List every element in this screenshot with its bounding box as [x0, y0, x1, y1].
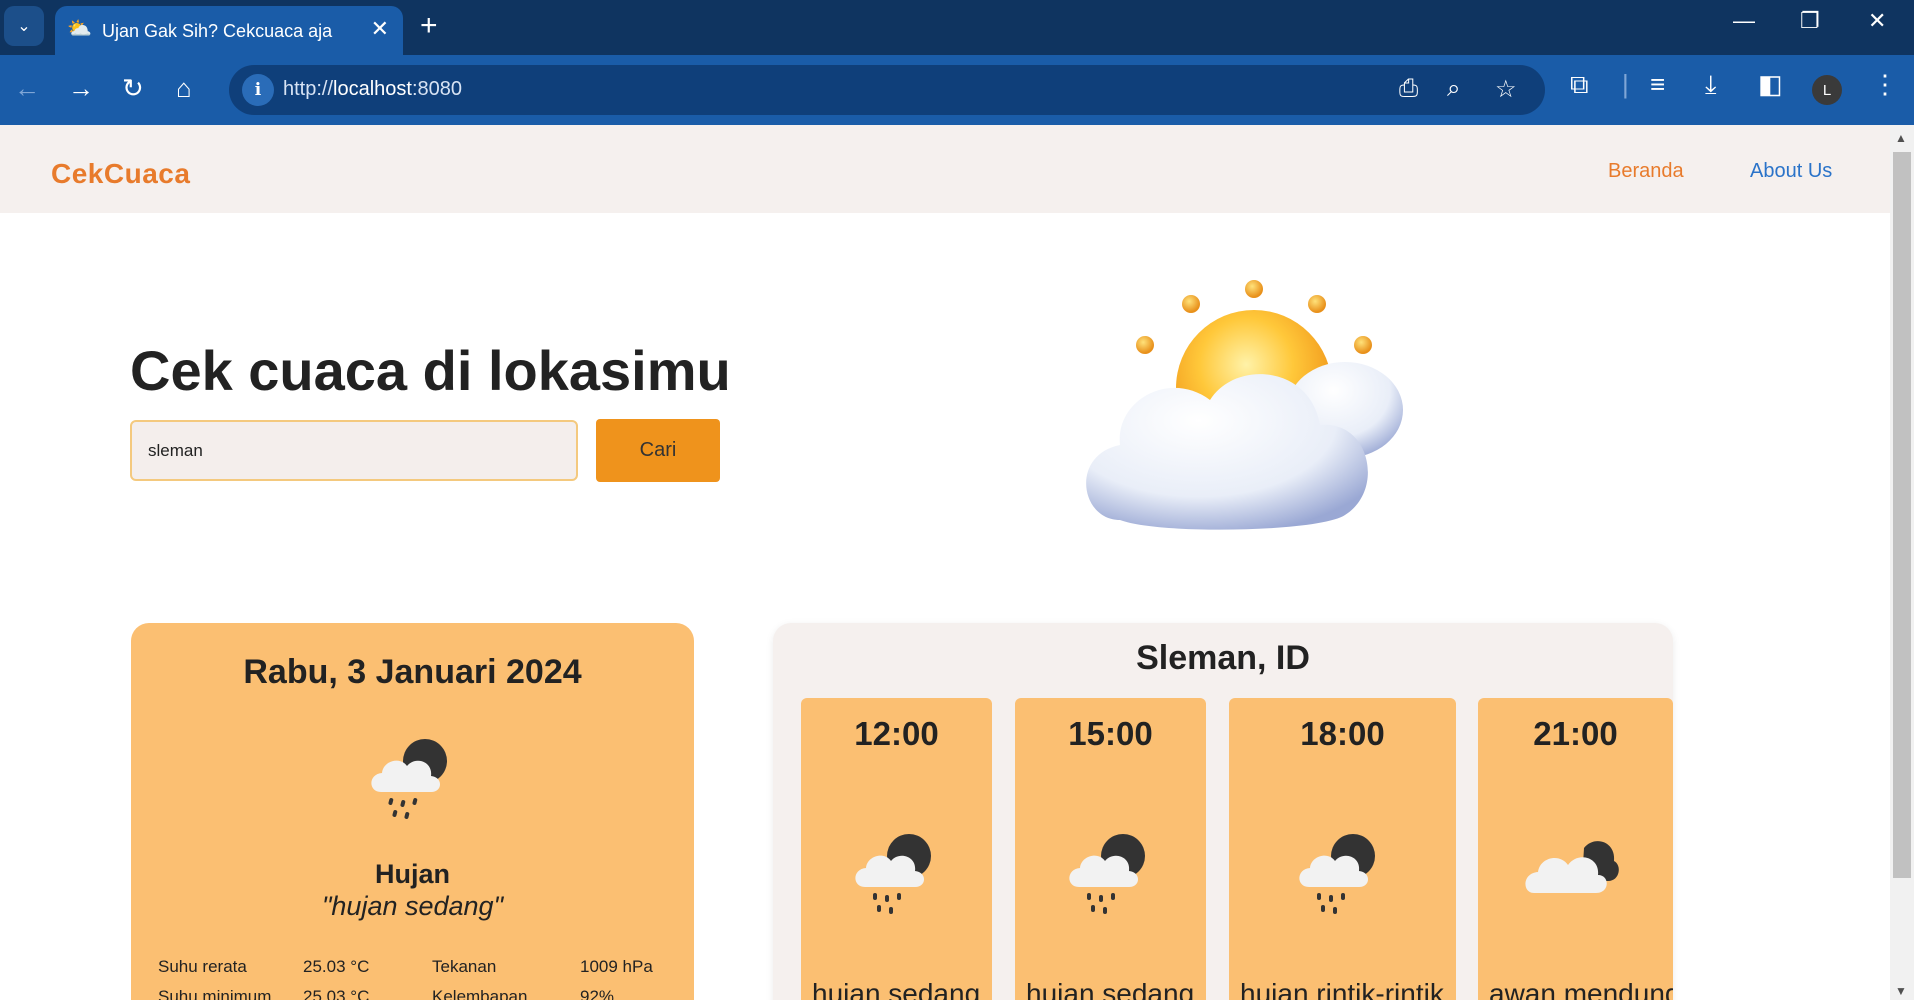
forecast-desc: hujan rintik-rintik [1240, 978, 1444, 1000]
stat-value: 25.03 °C [303, 987, 370, 1000]
city-search-input[interactable] [130, 420, 578, 481]
web-page: CekCuaca Beranda About Us Cek cuaca di l… [0, 125, 1890, 1000]
reload-icon[interactable]: ↻ [122, 73, 144, 104]
extensions-icon[interactable]: ⧉ [1570, 69, 1589, 101]
scrollbar-thumb[interactable] [1893, 152, 1911, 878]
stat-value: 25.03 °C [303, 957, 370, 976]
rain-cloud-night-icon [1069, 834, 1145, 914]
forecast-item: 15:00 hujan sedang [1015, 698, 1206, 1000]
home-icon[interactable]: ⌂ [176, 73, 192, 104]
today-description: "hujan sedang" [321, 891, 504, 921]
scroll-up-arrow-icon[interactable]: ▲ [1895, 131, 1907, 145]
forecast-time: 21:00 [1533, 715, 1618, 752]
sun-behind-cloud-icon [1086, 280, 1403, 530]
site-info-icon[interactable]: i [242, 74, 274, 106]
search-button[interactable]: Cari [596, 419, 720, 482]
today-weather-card: Rabu, 3 Januari 2024 Hujan "hujan sedang… [131, 623, 694, 1000]
site-brand[interactable]: CekCuaca [51, 158, 190, 190]
restore-icon[interactable]: ❐ [1800, 8, 1820, 34]
chevron-down-icon: ⌄ [17, 18, 31, 35]
forecast-item: 21:00 awan mendung [1478, 698, 1673, 1000]
forecast-location: Sleman, ID [1136, 639, 1310, 677]
tab-title: Ujan Gak Sih? Cekcuaca aja [102, 21, 333, 41]
close-tab-icon[interactable]: ✕ [371, 16, 389, 42]
scroll-down-arrow-icon[interactable]: ▼ [1895, 984, 1907, 998]
forward-icon[interactable]: → [68, 73, 94, 104]
download-icon[interactable]: ⤓ [1705, 69, 1717, 101]
browser-toolbar: ← → ↻ ⌂ i http://localhost:8080 ⎙ ⌕ ☆ ⧉ … [0, 55, 1914, 125]
address-bar[interactable]: i http://localhost:8080 ⎙ ⌕ ☆ [229, 65, 1545, 115]
forecast-desc: hujan sedang [1026, 978, 1195, 1000]
forecast-item: 18:00 hujan rintik-rintik [1229, 698, 1456, 1000]
toolbar-divider: | [1622, 69, 1629, 99]
rain-cloud-night-icon [371, 739, 447, 819]
forecast-time: 15:00 [1068, 715, 1153, 752]
stat-label: Suhu minimum [158, 987, 272, 1000]
rain-cloud-night-icon [1299, 834, 1375, 914]
stat-label: Kelembapan [432, 987, 528, 1000]
back-icon[interactable]: ← [14, 73, 40, 104]
window-close-icon[interactable]: ✕ [1868, 8, 1886, 34]
side-panel-icon[interactable]: ◧ [1758, 69, 1783, 100]
today-date: Rabu, 3 Januari 2024 [243, 653, 582, 691]
profile-avatar[interactable]: L [1812, 75, 1842, 105]
nav-link-beranda[interactable]: Beranda [1608, 160, 1684, 183]
new-tab-icon[interactable]: + [420, 9, 438, 43]
cloudy-night-icon [1525, 841, 1619, 893]
zoom-icon[interactable]: ⌕ [1447, 75, 1460, 103]
forecast-card: Sleman, ID 12:00 hujan sedang 15:00 huja… [773, 623, 1673, 1000]
minimize-icon[interactable]: — [1733, 8, 1755, 34]
stat-label: Suhu rerata [158, 957, 247, 976]
forecast-desc: hujan sedang [812, 978, 981, 1000]
install-app-icon[interactable]: ⎙ [1399, 75, 1418, 103]
forecast-item: 12:00 hujan sedang [801, 698, 992, 1000]
menu-icon[interactable]: ⋮ [1872, 69, 1898, 100]
nav-link-about-us[interactable]: About Us [1750, 160, 1832, 183]
browser-tab-strip: ⌄ ⛅ Ujan Gak Sih? Cekcuaca aja ✕ + — ❐ ✕ [0, 0, 1914, 55]
bookmark-star-icon[interactable]: ☆ [1495, 75, 1517, 104]
site-navbar: CekCuaca Beranda About Us [0, 125, 1890, 213]
stat-value: 92% [580, 987, 615, 1000]
forecast-desc: awan mendung [1489, 978, 1673, 1000]
url-text[interactable]: http://localhost:8080 [283, 78, 462, 101]
today-condition: Hujan [374, 859, 450, 889]
rain-cloud-night-icon [855, 834, 931, 914]
page-title: Cek cuaca di lokasimu [130, 339, 731, 402]
media-controls-icon[interactable]: ≡ [1650, 69, 1665, 100]
stat-label: Tekanan [432, 957, 497, 976]
stat-value: 1009 hPa [580, 957, 653, 976]
forecast-time: 12:00 [854, 715, 939, 752]
weather-favicon-icon: ⛅ [67, 18, 92, 40]
browser-tab[interactable]: ⛅ Ujan Gak Sih? Cekcuaca aja ✕ [55, 6, 403, 55]
tab-search-button[interactable]: ⌄ [4, 6, 44, 46]
forecast-time: 18:00 [1300, 715, 1385, 752]
